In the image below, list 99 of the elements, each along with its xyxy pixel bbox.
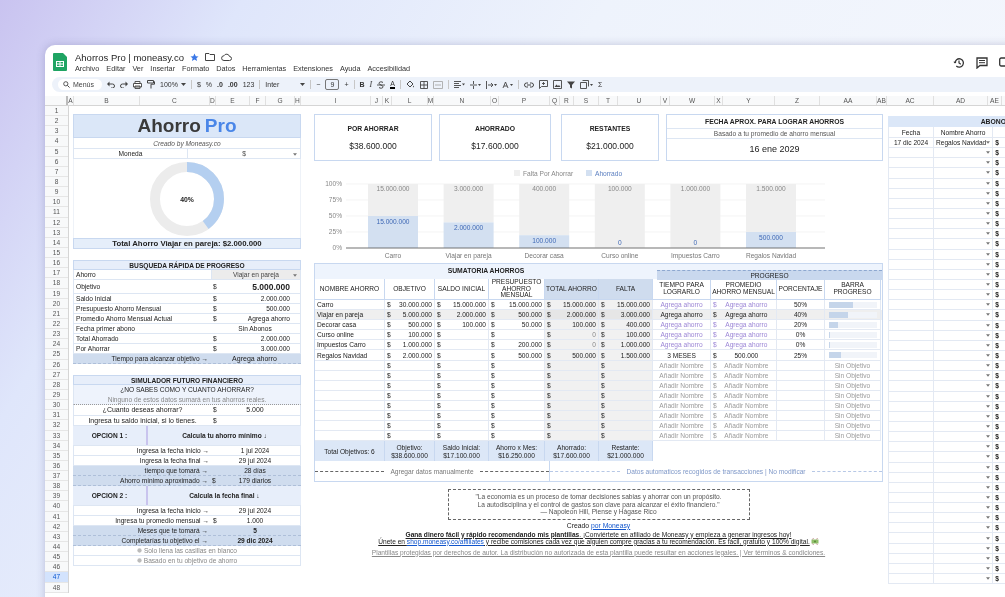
caret-icon xyxy=(986,333,991,337)
redo-icon[interactable] xyxy=(120,81,128,88)
text-wrap-icon[interactable] xyxy=(485,80,497,89)
add-comment-icon[interactable] xyxy=(538,80,548,89)
caret-icon xyxy=(986,201,991,205)
caret-icon xyxy=(986,313,991,317)
star-icon[interactable] xyxy=(189,52,199,62)
caret-icon xyxy=(986,374,991,378)
italic-button[interactable]: I xyxy=(369,80,373,89)
card-value: $38.600.000 xyxy=(349,140,397,151)
strikethrough-icon[interactable] xyxy=(377,80,386,89)
caret-icon xyxy=(986,384,991,388)
caret-icon xyxy=(986,425,991,428)
table-cell xyxy=(315,400,385,412)
borders-icon[interactable] xyxy=(419,80,428,89)
image-icon[interactable] xyxy=(552,80,562,89)
caret-icon xyxy=(986,556,991,560)
caret-icon xyxy=(293,274,297,277)
table-cell xyxy=(777,370,825,381)
table-cell xyxy=(315,411,385,422)
caret-icon xyxy=(986,272,991,276)
card-value: $17.600.000 xyxy=(471,140,519,151)
card-value: 16 ene 2029 xyxy=(749,143,800,156)
table-cell xyxy=(777,411,825,422)
spreadsheet-icon[interactable] xyxy=(53,53,67,71)
folder-icon[interactable] xyxy=(204,53,215,61)
table-cell xyxy=(315,421,385,432)
caret-icon xyxy=(986,526,991,530)
app-title-accent: Pro xyxy=(204,115,237,137)
caret-icon xyxy=(986,242,991,246)
link-icon[interactable] xyxy=(523,81,534,88)
money-icon xyxy=(810,537,819,545)
fill-color-icon[interactable] xyxy=(405,80,415,89)
caret-icon xyxy=(986,212,991,216)
caret-icon xyxy=(986,414,991,418)
caret-icon xyxy=(986,445,991,449)
merge-cells-icon[interactable] xyxy=(432,80,443,89)
table-cell xyxy=(777,421,825,432)
caret-icon xyxy=(986,232,991,236)
caret-icon xyxy=(986,364,991,368)
caret-icon xyxy=(986,191,991,195)
caret-icon xyxy=(986,577,991,581)
caret-icon xyxy=(986,181,991,185)
caret-icon xyxy=(986,404,991,408)
caret-icon xyxy=(986,566,991,570)
align-icon[interactable] xyxy=(453,81,465,88)
caret-icon xyxy=(986,455,991,459)
caret-icon xyxy=(986,394,991,398)
caret-icon xyxy=(300,83,306,86)
caret-icon xyxy=(986,485,991,489)
vertical-align-icon[interactable] xyxy=(469,80,481,89)
document-title[interactable]: Ahorros Pro | moneasy.co xyxy=(75,51,184,63)
caret-icon xyxy=(986,151,991,155)
app-title: Ahorro xyxy=(137,115,201,137)
caret-icon xyxy=(986,506,991,510)
caret-icon xyxy=(986,354,991,357)
cell-value: 5.000.000 xyxy=(251,280,291,293)
caret-icon xyxy=(986,536,991,540)
caret-icon xyxy=(986,475,991,479)
undo-icon[interactable] xyxy=(107,81,115,88)
caret-icon xyxy=(986,465,991,469)
caret-icon xyxy=(986,252,991,256)
table-cell xyxy=(315,390,385,401)
caret-icon xyxy=(986,303,991,307)
caret-icon xyxy=(986,283,991,287)
filter-icon[interactable] xyxy=(566,80,575,89)
table-cell xyxy=(315,360,385,371)
chart-bar xyxy=(368,216,418,248)
paint-format-icon[interactable] xyxy=(147,80,155,89)
caret-icon xyxy=(986,323,991,327)
caret-icon xyxy=(986,262,991,266)
history-icon[interactable] xyxy=(953,57,965,69)
filter-views-icon[interactable] xyxy=(579,80,593,89)
caret-icon xyxy=(986,343,991,347)
caret-icon xyxy=(986,496,991,499)
text-rotation-icon[interactable] xyxy=(501,80,513,89)
caret-icon xyxy=(986,222,991,226)
table-cell xyxy=(777,400,825,412)
cloud-icon[interactable] xyxy=(220,53,232,61)
card-value: $21.000.000 xyxy=(586,140,634,151)
table-cell xyxy=(777,390,825,401)
comment-icon[interactable] xyxy=(976,57,988,69)
table-cell xyxy=(777,431,825,442)
table-cell xyxy=(315,380,385,391)
legend-swatch xyxy=(586,170,592,176)
table-cell xyxy=(777,380,825,391)
caret-icon xyxy=(986,293,991,297)
caret-icon xyxy=(986,546,991,550)
table-cell xyxy=(315,370,385,381)
search-icon xyxy=(63,81,70,88)
caret-icon xyxy=(180,83,186,86)
caret-icon xyxy=(986,171,991,175)
caret-icon xyxy=(986,435,991,439)
table-cell xyxy=(777,360,825,371)
caret-icon xyxy=(986,141,991,145)
caret-icon xyxy=(293,153,297,156)
caret-icon xyxy=(986,161,991,165)
print-icon[interactable] xyxy=(133,80,142,89)
caret-icon xyxy=(986,516,991,520)
